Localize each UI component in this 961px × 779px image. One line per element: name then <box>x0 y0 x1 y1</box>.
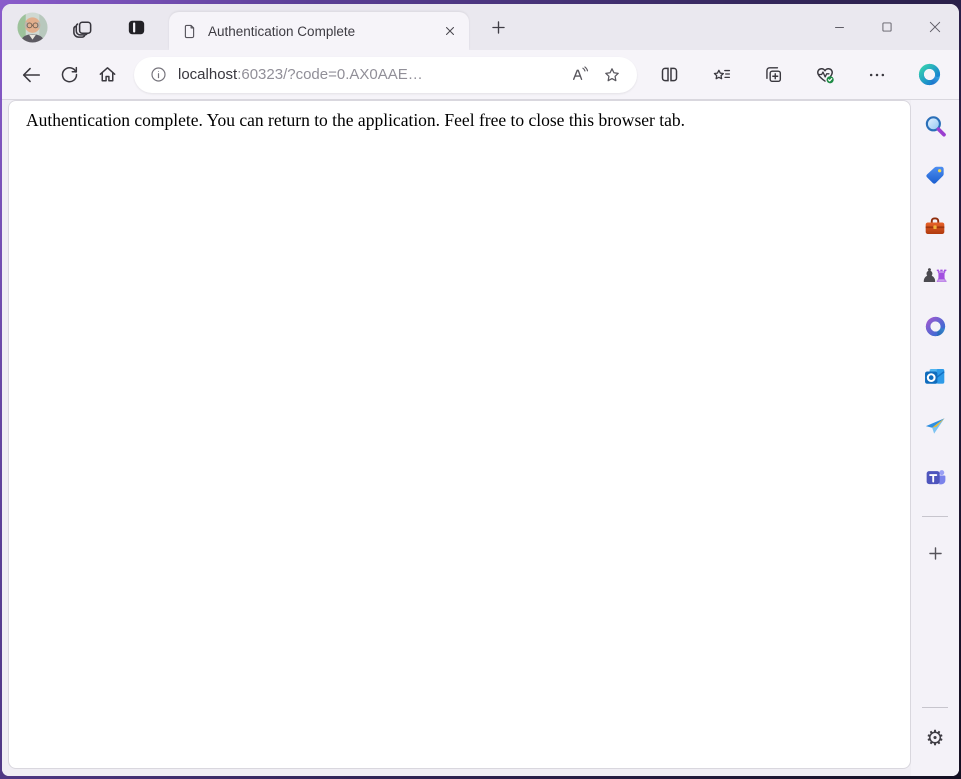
maximize-button[interactable] <box>863 4 911 50</box>
refresh-icon <box>61 66 77 83</box>
paper-plane-icon <box>925 418 945 434</box>
gear-icon: ⚙ <box>925 725 945 750</box>
tab-actions-menu-button[interactable] <box>119 10 153 44</box>
collections-button[interactable] <box>755 56 791 94</box>
url-path: :60323/?code=0.AX0AAE… <box>237 66 423 83</box>
microsoft-365-icon <box>925 316 945 336</box>
workspaces-icon <box>71 16 94 39</box>
copilot-button[interactable] <box>911 56 947 94</box>
auth-complete-message: Authentication complete. You can return … <box>26 110 685 130</box>
search-icon <box>925 116 946 137</box>
tab-close-button[interactable] <box>439 20 461 42</box>
games-chess-icon: ♟ ♜ <box>920 264 950 287</box>
outlook-icon <box>925 368 945 384</box>
shopping-tag-icon <box>926 166 944 184</box>
back-button[interactable] <box>12 56 50 94</box>
read-aloud-icon <box>572 66 588 81</box>
tab-authentication-complete[interactable]: Authentication Complete <box>169 12 469 50</box>
plus-icon <box>928 546 942 560</box>
site-info-button[interactable] <box>144 61 172 89</box>
tab-title: Authentication Complete <box>208 23 356 39</box>
info-icon <box>150 67 166 82</box>
sidebar-item-microsoft-365[interactable] <box>916 306 954 346</box>
window-controls <box>815 4 959 50</box>
browser-window: Authentication Complete localhost:60323/… <box>2 4 959 776</box>
sidebar-customize-button[interactable] <box>916 533 954 573</box>
workspaces-button[interactable] <box>65 10 99 44</box>
new-tab-button[interactable] <box>483 12 513 42</box>
navigation-toolbar: localhost:60323/?code=0.AX0AAE… <box>2 50 959 100</box>
sidebar-bottom: ⚙ <box>911 707 959 768</box>
address-bar[interactable]: localhost:60323/?code=0.AX0AAE… <box>134 56 637 93</box>
sidebar-item-drop[interactable] <box>916 406 954 446</box>
sidebar-item-teams[interactable] <box>916 456 954 496</box>
copilot-icon <box>918 63 940 86</box>
settings-and-more-button[interactable] <box>859 56 895 94</box>
url-host: localhost <box>178 66 238 83</box>
sidebar-divider <box>922 707 948 708</box>
home-icon <box>99 67 115 82</box>
maximize-icon <box>882 22 892 32</box>
sidebar-divider <box>922 516 948 517</box>
browser-essentials-icon <box>817 67 834 83</box>
tab-actions-icon <box>125 16 148 39</box>
sidebar-item-outlook[interactable] <box>916 356 954 396</box>
refresh-button[interactable] <box>50 56 88 94</box>
browser-main-area: Authentication complete. You can return … <box>2 100 959 776</box>
edge-sidebar: ♟ ♜ ⚙ <box>911 100 959 776</box>
split-screen-icon <box>661 67 677 82</box>
split-screen-button[interactable] <box>651 56 687 94</box>
sidebar-settings-button[interactable]: ⚙ <box>916 718 954 758</box>
ellipsis-icon <box>869 73 885 76</box>
profile-button[interactable] <box>15 10 49 44</box>
plus-icon <box>491 20 505 34</box>
teams-icon <box>926 469 945 484</box>
favorite-star-button[interactable] <box>597 60 627 90</box>
star-icon <box>605 67 619 81</box>
avatar <box>16 11 48 43</box>
page-favicon-icon <box>181 23 198 40</box>
minimize-icon <box>834 26 844 28</box>
minimize-button[interactable] <box>815 4 863 50</box>
browser-essentials-button[interactable] <box>807 56 843 94</box>
url-text: localhost:60323/?code=0.AX0AAE… <box>172 66 559 83</box>
toolbar-actions <box>651 56 949 94</box>
close-icon <box>929 21 941 33</box>
home-button[interactable] <box>88 56 126 94</box>
sidebar-item-search[interactable] <box>916 106 954 146</box>
sidebar-item-games[interactable]: ♟ ♜ <box>916 256 954 296</box>
collections-add-icon <box>765 67 781 83</box>
toolbox-icon <box>925 217 945 235</box>
page-content: Authentication complete. You can return … <box>8 100 911 769</box>
read-aloud-button[interactable] <box>563 60 593 90</box>
favorites-star-lines-icon <box>713 69 730 80</box>
favorites-button[interactable] <box>703 56 739 94</box>
title-bar: Authentication Complete <box>2 4 959 50</box>
sidebar-item-tools[interactable] <box>916 206 954 246</box>
close-window-button[interactable] <box>911 4 959 50</box>
sidebar-item-shopping[interactable] <box>916 156 954 196</box>
back-arrow-icon <box>22 67 41 82</box>
